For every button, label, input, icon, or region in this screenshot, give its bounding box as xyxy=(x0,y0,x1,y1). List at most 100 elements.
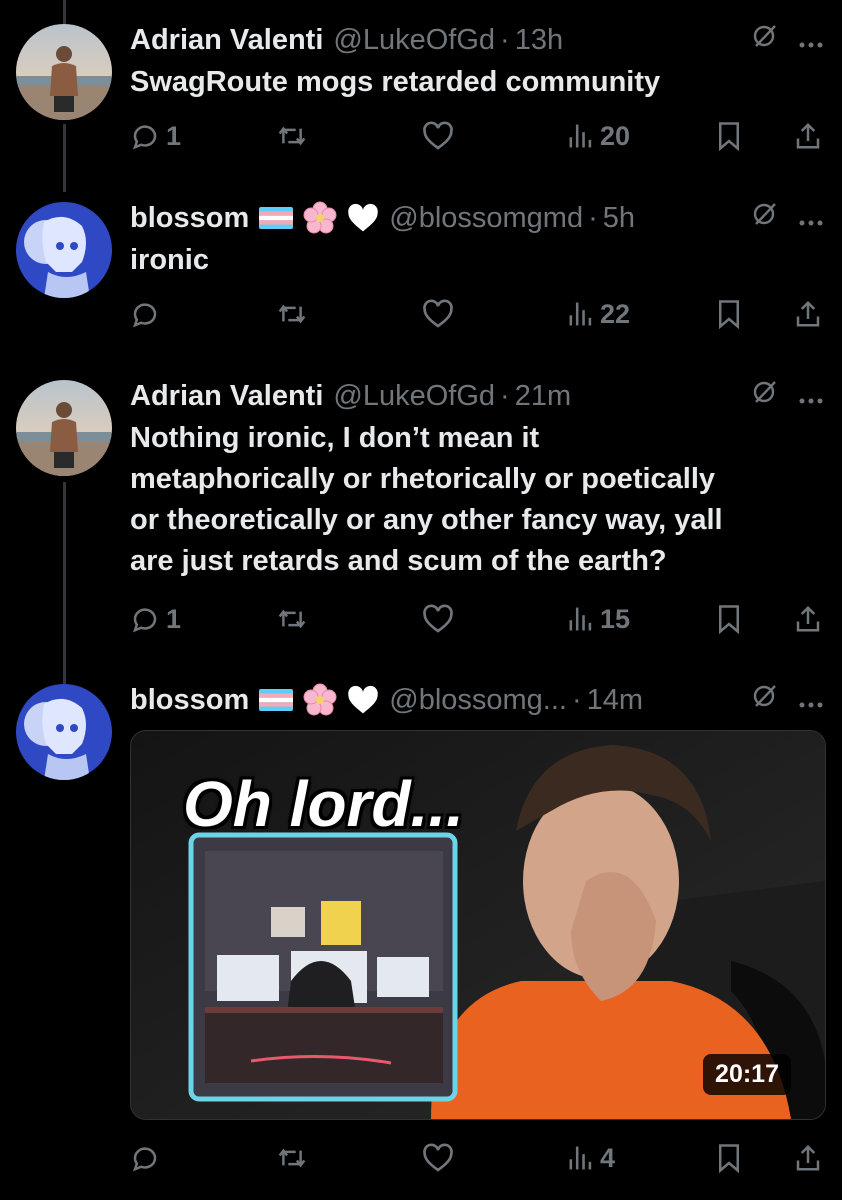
white-heart-icon xyxy=(347,203,379,233)
avatar[interactable] xyxy=(16,380,112,476)
view-count: 4 xyxy=(600,1142,616,1173)
author-name[interactable]: Adrian Valenti xyxy=(130,20,323,60)
view-count: 15 xyxy=(600,603,631,634)
tweet-text: ironic xyxy=(130,244,209,276)
views-icon xyxy=(569,1146,592,1170)
tweet[interactable]: blossom @blossomg... · 14m Oh lord... 20… xyxy=(0,680,842,1180)
bookmark-button[interactable] xyxy=(716,116,742,156)
timestamp[interactable]: 5h xyxy=(603,198,635,238)
bookmark-button[interactable] xyxy=(716,599,742,639)
author-handle[interactable]: @LukeOfGd xyxy=(333,20,495,60)
more-icon[interactable] xyxy=(798,20,824,60)
video-thumbnail[interactable]: Oh lord... 20:17 xyxy=(130,730,826,1120)
share-button[interactable] xyxy=(794,294,822,334)
tweet[interactable]: blossom @blossomgmd · 5h ironic 22 xyxy=(0,198,842,358)
views-button[interactable]: 15 xyxy=(568,599,630,639)
reply-count: 1 xyxy=(166,120,182,151)
like-icon xyxy=(423,299,453,328)
reply-button[interactable] xyxy=(130,294,166,334)
more-icon[interactable] xyxy=(798,376,824,416)
grok-icon[interactable] xyxy=(752,198,778,238)
more-icon[interactable] xyxy=(798,198,824,238)
tweet-text-line: are just retards and scum of the earth? xyxy=(130,545,667,577)
action-bar: 22 xyxy=(130,294,824,334)
bookmark-button[interactable] xyxy=(716,294,742,334)
avatar[interactable] xyxy=(16,24,112,120)
retweet-icon xyxy=(278,304,306,324)
tweet-text: Nothing ironic, I don’t mean it metaphor… xyxy=(130,418,824,582)
views-icon xyxy=(569,124,592,148)
white-heart-icon xyxy=(347,685,379,715)
timestamp[interactable]: 21m xyxy=(515,376,571,416)
share-button[interactable] xyxy=(794,599,822,639)
author-name[interactable]: blossom xyxy=(130,680,249,720)
tweet-text-line: Nothing ironic, I don’t mean it xyxy=(130,422,540,454)
tweet-text-line: or theoretically or any other fancy way,… xyxy=(130,504,723,536)
views-button[interactable]: 20 xyxy=(568,116,630,156)
like-icon xyxy=(423,604,453,633)
bookmark-icon xyxy=(719,122,739,151)
retweet-icon xyxy=(278,1148,306,1168)
reply-icon xyxy=(132,125,157,150)
retweet-button[interactable] xyxy=(276,1138,308,1178)
grok-icon[interactable] xyxy=(752,376,778,416)
author-name[interactable]: blossom xyxy=(130,198,249,238)
retweet-button[interactable] xyxy=(276,294,308,334)
reply-icon xyxy=(132,303,157,328)
separator-dot: · xyxy=(571,684,582,716)
grok-icon[interactable] xyxy=(752,680,778,720)
share-icon xyxy=(796,1144,820,1171)
views-icon xyxy=(569,302,592,326)
bookmark-icon xyxy=(719,1144,739,1173)
author-handle[interactable]: @LukeOfGd xyxy=(333,376,495,416)
tweet-text: SwagRoute mogs retarded community xyxy=(130,66,661,98)
trans-flag-icon xyxy=(259,207,294,229)
reply-icon xyxy=(132,1147,157,1172)
bookmark-icon xyxy=(719,605,739,634)
reply-button[interactable] xyxy=(130,1138,166,1178)
timestamp[interactable]: 13h xyxy=(515,20,563,60)
grok-icon[interactable] xyxy=(752,20,778,60)
separator-dot: · xyxy=(588,202,598,234)
tweet-text-line: metaphorically or rhetorically or poetic… xyxy=(130,463,716,495)
like-button[interactable] xyxy=(422,116,454,156)
share-button[interactable] xyxy=(794,1138,822,1178)
tweet[interactable]: Adrian Valenti @LukeOfGd · 21m Nothing i… xyxy=(0,376,842,656)
views-button[interactable]: 22 xyxy=(568,294,630,334)
more-icon[interactable] xyxy=(798,680,824,720)
avatar[interactable] xyxy=(16,202,112,298)
like-icon xyxy=(423,1143,453,1172)
share-button[interactable] xyxy=(794,116,822,156)
retweet-button[interactable] xyxy=(276,599,308,639)
author-handle[interactable]: @blossomg... xyxy=(389,680,567,720)
avatar[interactable] xyxy=(16,684,112,780)
tweet[interactable]: Adrian Valenti @LukeOfGd · 13h SwagRoute… xyxy=(0,20,842,180)
like-button[interactable] xyxy=(422,1138,454,1178)
video-overlay-text: Oh lord... xyxy=(183,768,464,840)
separator-dot: · xyxy=(500,380,510,412)
share-icon xyxy=(796,122,820,149)
like-button[interactable] xyxy=(422,294,454,334)
reply-button[interactable]: 1 xyxy=(130,116,181,156)
views-button[interactable]: 4 xyxy=(568,1138,615,1178)
action-bar: 4 xyxy=(130,1138,824,1178)
like-icon xyxy=(423,121,453,150)
author-name[interactable]: Adrian Valenti xyxy=(130,376,323,416)
bookmark-button[interactable] xyxy=(716,1138,742,1178)
retweet-button[interactable] xyxy=(276,116,308,156)
view-count: 22 xyxy=(600,298,631,329)
timestamp[interactable]: 14m xyxy=(587,680,643,720)
video-duration-badge: 20:17 xyxy=(703,1054,791,1095)
bookmark-icon xyxy=(719,300,739,329)
share-icon xyxy=(796,605,820,632)
share-icon xyxy=(796,300,820,327)
separator-dot: · xyxy=(500,24,510,56)
action-bar: 1 20 xyxy=(130,116,824,156)
cherry-blossom-icon xyxy=(303,683,337,717)
retweet-icon xyxy=(278,126,306,146)
author-handle[interactable]: @blossomgmd xyxy=(389,198,583,238)
like-button[interactable] xyxy=(422,599,454,639)
reply-button[interactable]: 1 xyxy=(130,599,181,639)
reply-icon xyxy=(132,608,157,633)
reply-count: 1 xyxy=(166,603,182,634)
